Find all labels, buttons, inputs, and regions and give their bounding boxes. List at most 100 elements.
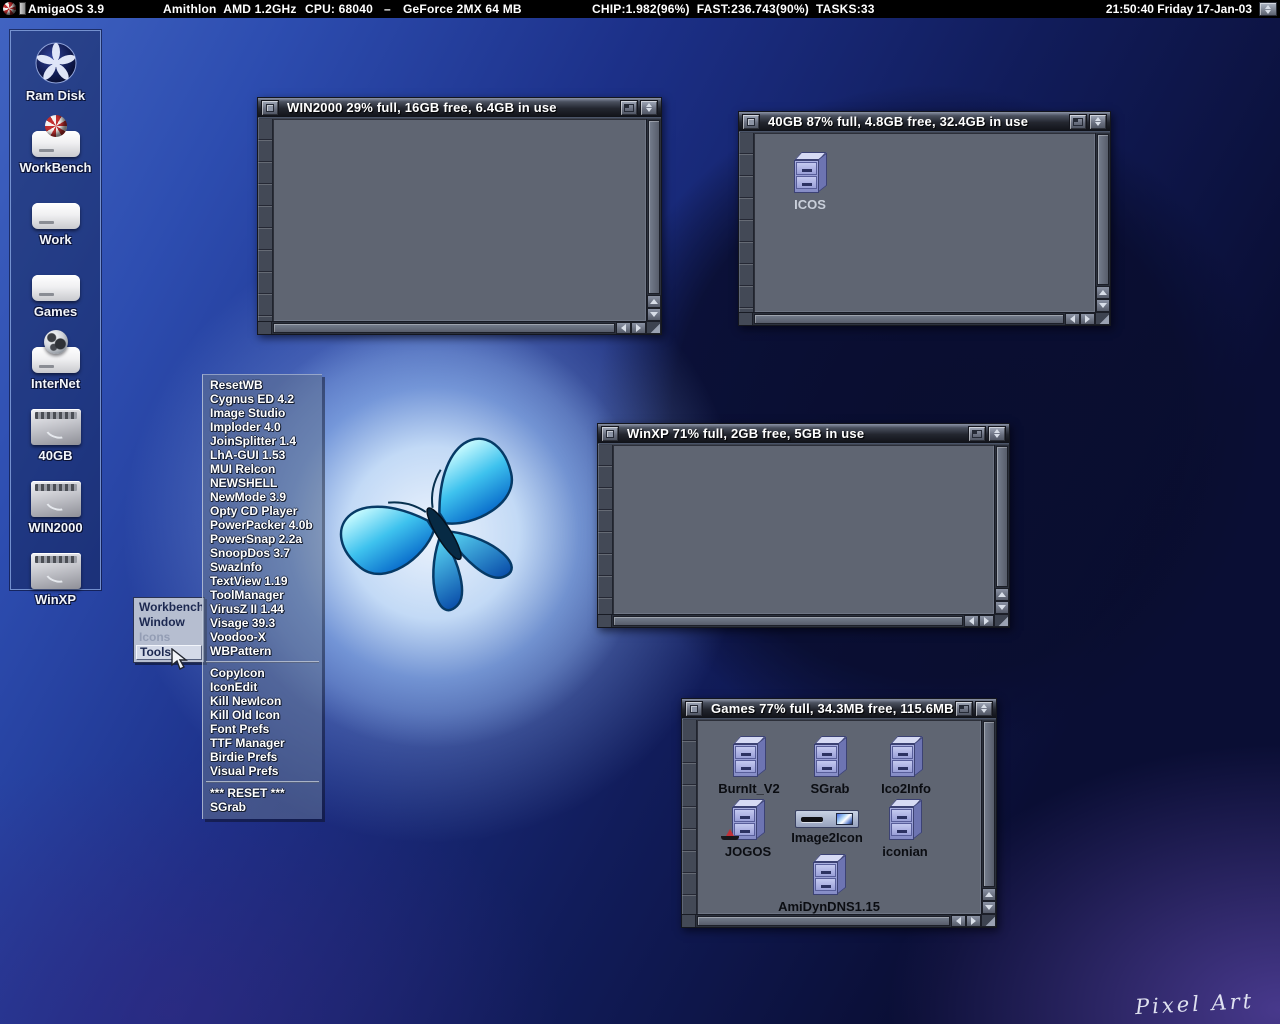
scroll-down-button[interactable] (1096, 299, 1110, 312)
menu-item[interactable]: Opty CD Player (203, 504, 322, 518)
menu-item[interactable]: WBPattern (203, 644, 322, 658)
scroll-left-button[interactable] (964, 615, 979, 627)
folder-icon-amidyndns[interactable]: AmiDynDNS1.15 (787, 851, 871, 914)
scrollbar-thumb[interactable] (754, 314, 1064, 324)
menu-item[interactable]: TextView 1.19 (203, 574, 322, 588)
close-gadget[interactable] (685, 701, 703, 717)
scroll-right-button[interactable] (966, 915, 981, 927)
menu-item[interactable]: Kill Old Icon (203, 708, 322, 722)
zoom-gadget[interactable] (620, 100, 638, 116)
zoom-gadget[interactable] (968, 426, 986, 442)
close-gadget[interactable] (601, 426, 619, 442)
depth-gadget[interactable] (640, 100, 658, 116)
scrollbar-thumb[interactable] (613, 616, 963, 626)
menu-item[interactable]: PowerPacker 4.0b (203, 518, 322, 532)
tool-icon-image2icon[interactable]: Image2Icon (785, 796, 869, 845)
desktop-icon-winxp[interactable]: WinXP (13, 543, 99, 607)
scroll-down-button[interactable] (995, 601, 1009, 614)
resize-gadget[interactable] (646, 321, 661, 334)
vertical-scrollbar[interactable] (1095, 133, 1110, 312)
menu-item[interactable]: Font Prefs (203, 722, 322, 736)
titlebar[interactable]: 40GB 87% full, 4.8GB free, 32.4GB in use (739, 112, 1110, 132)
depth-gadget[interactable] (988, 426, 1006, 442)
scroll-right-button[interactable] (1080, 313, 1095, 325)
scrollbar-thumb[interactable] (273, 323, 615, 333)
menu-item-workbench[interactable]: Workbench (136, 600, 202, 615)
scroll-up-button[interactable] (982, 888, 996, 901)
desktop-icon-40gb[interactable]: 40GB (13, 399, 99, 463)
horizontal-scrollbar[interactable] (258, 321, 646, 334)
scrollbar-thumb[interactable] (648, 120, 660, 294)
depth-gadget[interactable] (1089, 114, 1107, 130)
menubar-drag-handle[interactable] (19, 2, 26, 15)
menu-item[interactable]: JoinSplitter 1.4 (203, 434, 322, 448)
menu-item[interactable]: IconEdit (203, 680, 322, 694)
menu-item[interactable]: ResetWB (203, 378, 322, 392)
menu-item[interactable]: Kill NewIcon (203, 694, 322, 708)
menu-item-window[interactable]: Window (136, 615, 202, 630)
scroll-right-button[interactable] (979, 615, 994, 627)
folder-icon-jogos[interactable]: JOGOS (706, 796, 790, 859)
menu-item[interactable]: Voodoo-X (203, 630, 322, 644)
depth-gadget[interactable] (975, 701, 993, 717)
menu-item[interactable]: CopyIcon (203, 666, 322, 680)
resize-gadget[interactable] (981, 914, 996, 927)
menu-item[interactable]: MUI Relcon (203, 462, 322, 476)
vertical-scrollbar[interactable] (994, 445, 1009, 614)
menu-item[interactable]: *** RESET *** (203, 786, 322, 800)
menu-item[interactable]: SwazInfo (203, 560, 322, 574)
menu-item[interactable]: ToolManager (203, 588, 322, 602)
folder-icon-burnit[interactable]: BurnIt_V2 (707, 733, 791, 796)
menu-item[interactable]: Image Studio (203, 406, 322, 420)
menu-item[interactable]: VirusZ II 1.44 (203, 602, 322, 616)
scroll-left-button[interactable] (1065, 313, 1080, 325)
scrollbar-thumb[interactable] (996, 446, 1008, 587)
horizontal-scrollbar[interactable] (682, 914, 981, 927)
scrollbar-thumb[interactable] (1097, 134, 1109, 285)
titlebar[interactable]: Games 77% full, 34.3MB free, 115.6MB in … (682, 699, 996, 719)
zoom-gadget[interactable] (955, 701, 973, 717)
menu-item[interactable]: Visage 39.3 (203, 616, 322, 630)
screen-depth-gadget[interactable] (1259, 2, 1277, 16)
menu-item[interactable]: Birdie Prefs (203, 750, 322, 764)
menu-item[interactable]: PowerSnap 2.2a (203, 532, 322, 546)
scroll-up-button[interactable] (647, 295, 661, 308)
scroll-left-button[interactable] (616, 322, 631, 334)
desktop-icon-internet[interactable]: InterNet (13, 327, 99, 391)
menu-item[interactable]: LhA-GUI 1.53 (203, 448, 322, 462)
desktop-icon-ram-disk[interactable]: Ram Disk (13, 39, 99, 103)
scroll-right-button[interactable] (631, 322, 646, 334)
scrollbar-thumb[interactable] (697, 916, 950, 926)
titlebar[interactable]: WinXP 71% full, 2GB free, 5GB in use (598, 424, 1009, 444)
desktop-icon-win2000[interactable]: WIN2000 (13, 471, 99, 535)
titlebar[interactable]: WIN2000 29% full, 16GB free, 6.4GB in us… (258, 98, 661, 118)
vertical-scrollbar[interactable] (646, 119, 661, 321)
resize-gadget[interactable] (994, 614, 1009, 627)
scroll-down-button[interactable] (982, 901, 996, 914)
menu-item[interactable]: Cygnus ED 4.2 (203, 392, 322, 406)
horizontal-scrollbar[interactable] (598, 614, 994, 627)
menu-item[interactable]: Imploder 4.0 (203, 420, 322, 434)
desktop-icon-work[interactable]: Work (13, 183, 99, 247)
vertical-scrollbar[interactable] (981, 720, 996, 914)
scroll-down-button[interactable] (647, 308, 661, 321)
menu-item[interactable]: NewMode 3.9 (203, 490, 322, 504)
desktop-icon-games[interactable]: Games (13, 255, 99, 319)
menu-item[interactable]: Visual Prefs (203, 764, 322, 778)
menu-item[interactable]: SGrab (203, 800, 322, 814)
scroll-up-button[interactable] (1096, 286, 1110, 299)
close-gadget[interactable] (261, 100, 279, 116)
menu-item[interactable]: SnoopDos 3.7 (203, 546, 322, 560)
folder-icon-ico2info[interactable]: Ico2Info (864, 733, 948, 796)
scroll-left-button[interactable] (951, 915, 966, 927)
folder-icon-icos[interactable]: ICOS (768, 149, 852, 212)
folder-icon-iconian[interactable]: iconian (863, 796, 947, 859)
horizontal-scrollbar[interactable] (739, 312, 1095, 325)
desktop-icon-workbench[interactable]: WorkBench (13, 111, 99, 175)
zoom-gadget[interactable] (1069, 114, 1087, 130)
menu-item[interactable]: TTF Manager (203, 736, 322, 750)
folder-icon-sgrab[interactable]: SGrab (788, 733, 872, 796)
scrollbar-thumb[interactable] (983, 721, 995, 887)
resize-gadget[interactable] (1095, 312, 1110, 325)
menu-item[interactable]: NEWSHELL (203, 476, 322, 490)
